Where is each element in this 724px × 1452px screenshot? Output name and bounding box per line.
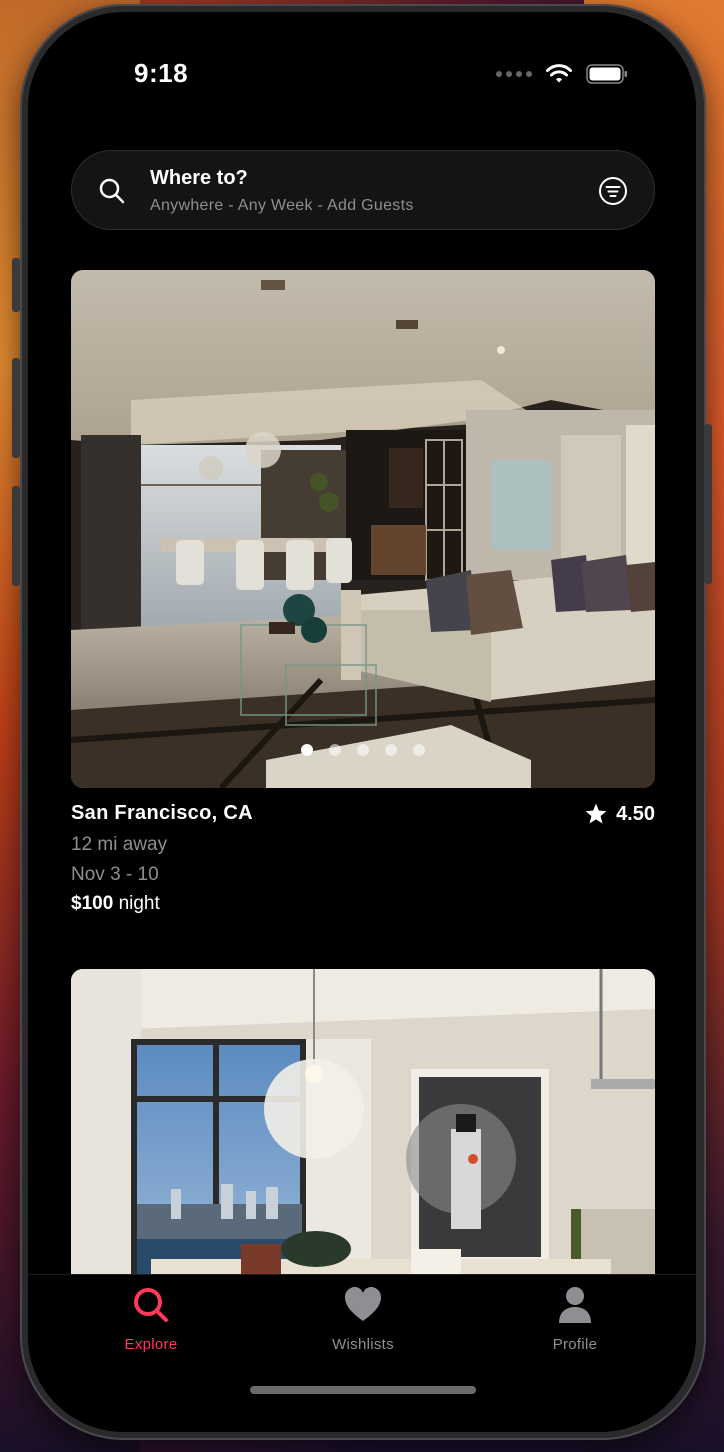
tab-bar: Explore Wishlists Profile — [28, 1274, 696, 1432]
carousel-indicator[interactable] — [71, 744, 655, 756]
living-room-photo — [71, 270, 655, 788]
listing-price: $100 night — [71, 893, 160, 915]
wifi-icon — [546, 64, 572, 83]
search-title: Where to? — [150, 167, 248, 189]
rating-value: 4.50 — [616, 802, 655, 825]
search-icon — [99, 178, 125, 204]
carousel-dot[interactable] — [301, 744, 313, 756]
tab-explore[interactable]: Explore — [91, 1285, 211, 1353]
price-amount: $100 — [71, 893, 114, 914]
carousel-dot[interactable] — [413, 744, 425, 756]
tab-label: Profile — [552, 1336, 598, 1353]
search-bar[interactable]: Where to? Anywhere - Any Week - Add Gues… — [71, 150, 655, 230]
listing-dates: Nov 3 - 10 — [71, 864, 159, 885]
tab-label: Explore — [124, 1336, 178, 1353]
carousel-dot[interactable] — [385, 744, 397, 756]
filter-button[interactable] — [598, 176, 628, 206]
power-button — [704, 424, 712, 584]
action-button — [12, 258, 20, 312]
star-icon — [585, 803, 607, 824]
person-icon — [559, 1287, 591, 1323]
price-unit: night — [118, 893, 160, 914]
tab-label: Wishlists — [332, 1336, 394, 1353]
status-time: 9:18 — [134, 58, 189, 88]
cellular-icon — [496, 71, 532, 77]
battery-icon — [586, 64, 627, 84]
search-icon — [134, 1288, 168, 1322]
carousel-dot[interactable] — [357, 744, 369, 756]
tab-wishlists[interactable]: Wishlists — [303, 1285, 423, 1353]
status-icons — [496, 64, 628, 84]
tab-profile[interactable]: Profile — [515, 1285, 635, 1353]
listing-image-carousel[interactable] — [71, 270, 655, 788]
dining-room-photo — [71, 969, 655, 1279]
search-subtitle: Anywhere - Any Week - Add Guests — [150, 197, 414, 214]
listing-image-carousel[interactable] — [71, 969, 655, 1279]
app-screen: 9:18 Where to? Anywhere - Any Week - Add… — [28, 12, 696, 1432]
volume-down-button — [12, 486, 20, 586]
volume-up-button — [12, 358, 20, 458]
heart-icon — [345, 1287, 381, 1321]
home-indicator[interactable] — [250, 1386, 476, 1394]
listing-rating: 4.50 — [584, 802, 655, 826]
listing-location[interactable]: San Francisco, CA — [71, 802, 253, 825]
listing-distance: 12 mi away — [71, 834, 168, 855]
carousel-dot[interactable] — [329, 744, 341, 756]
